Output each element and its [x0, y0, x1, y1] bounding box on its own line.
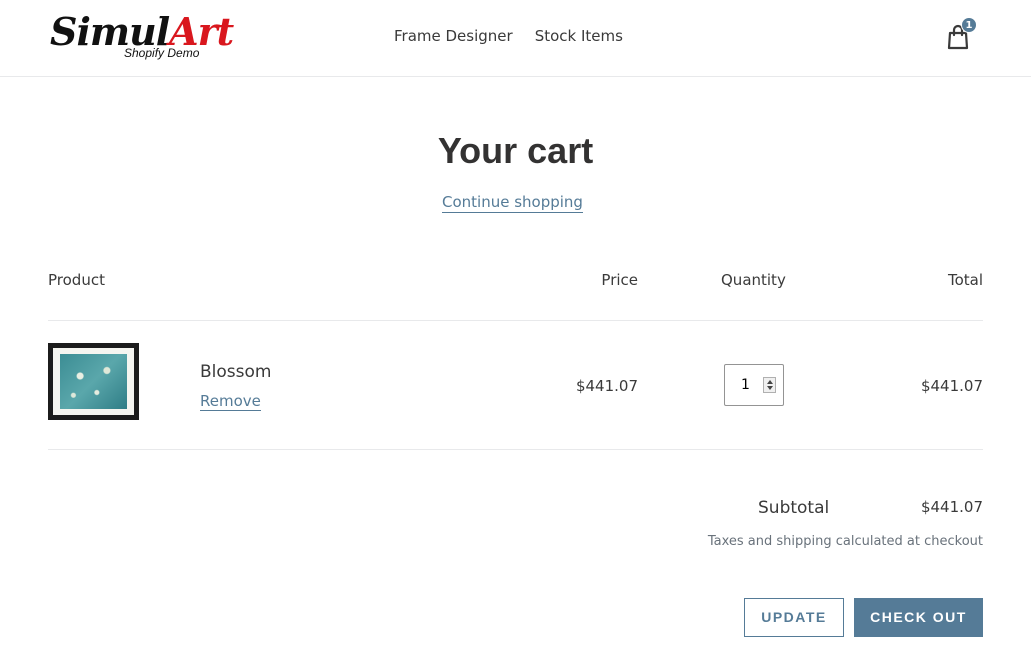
- table-divider-bottom: [48, 449, 983, 450]
- product-price: $441.07: [575, 377, 638, 395]
- thumbnail-mat: [53, 348, 134, 415]
- nav-frame-designer[interactable]: Frame Designer: [394, 27, 513, 45]
- update-button[interactable]: UPDATE: [744, 598, 844, 637]
- table-divider-top: [48, 320, 983, 321]
- column-header-price: Price: [601, 271, 638, 289]
- column-header-quantity: Quantity: [721, 271, 786, 289]
- nav-stock-items[interactable]: Stock Items: [535, 27, 623, 45]
- quantity-input[interactable]: 1: [724, 364, 784, 406]
- checkout-button[interactable]: CHECK OUT: [854, 598, 983, 637]
- column-header-product: Product: [48, 271, 105, 289]
- site-logo[interactable]: SimulArt Shopify Demo: [48, 8, 234, 64]
- product-name[interactable]: Blossom: [200, 362, 271, 382]
- line-total: $441.07: [920, 377, 983, 395]
- cart-count-badge: 1: [961, 17, 977, 33]
- logo-subtitle: Shopify Demo: [124, 46, 200, 60]
- quantity-stepper[interactable]: [763, 377, 776, 393]
- site-header: SimulArt Shopify Demo Frame Designer Stoc…: [0, 0, 1031, 77]
- chevron-down-icon[interactable]: [767, 386, 773, 390]
- main-nav: Frame Designer Stock Items: [394, 27, 645, 45]
- remove-link[interactable]: Remove: [200, 392, 261, 411]
- column-header-total: Total: [947, 271, 983, 289]
- subtotal-label: Subtotal: [758, 498, 830, 518]
- quantity-value: 1: [741, 377, 750, 393]
- subtotal-value: $441.07: [920, 498, 983, 516]
- continue-shopping-link[interactable]: Continue shopping: [442, 193, 583, 213]
- page-title: Your cart: [437, 130, 594, 171]
- chevron-up-icon[interactable]: [767, 380, 773, 384]
- thumbnail-artwork: [60, 354, 127, 409]
- product-thumbnail[interactable]: [48, 343, 139, 420]
- tax-note: Taxes and shipping calculated at checkou…: [707, 534, 983, 549]
